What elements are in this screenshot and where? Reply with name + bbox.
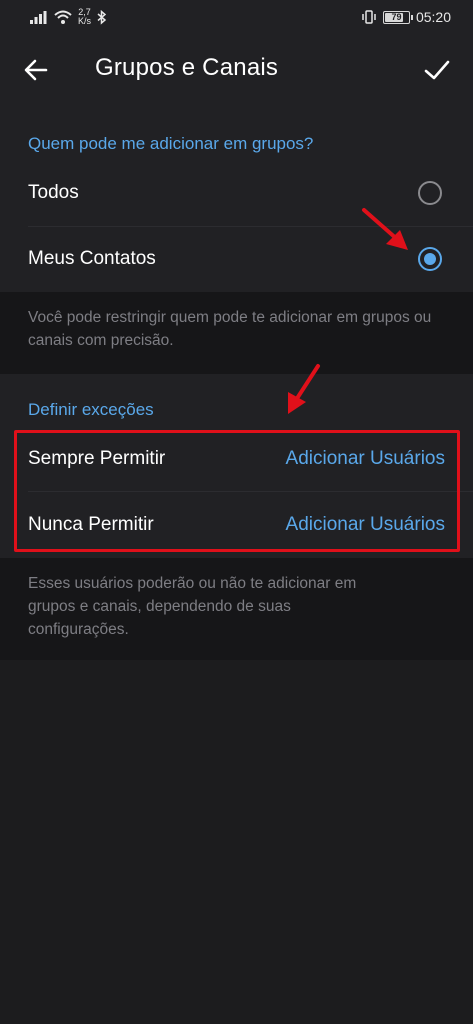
- checkmark-icon[interactable]: [423, 56, 451, 84]
- app-bar: Grupos e Canais: [0, 34, 473, 106]
- radio-todos[interactable]: [418, 181, 442, 205]
- battery-icon: 79: [382, 10, 413, 24]
- info-text: Esses usuários poderão ou não te adicion…: [28, 575, 357, 638]
- vibrate-icon: [362, 10, 376, 24]
- status-bar: 2,7 K/s 79 05:20: [0, 0, 473, 34]
- screen: 2,7 K/s 79 05:20 Grupos e Canais Quem po…: [0, 0, 473, 1024]
- radio-meus-contatos[interactable]: [418, 247, 442, 271]
- info-block-who-can-add: Você pode restringir quem pode te adicio…: [0, 292, 473, 374]
- battery-percent: 79: [391, 12, 402, 22]
- bluetooth-icon: [97, 9, 107, 25]
- annotation-arrow-icon: [288, 364, 320, 414]
- info-text: Você pode restringir quem pode te adicio…: [28, 309, 432, 349]
- section-header-who-can-add: Quem pode me adicionar em grupos?: [28, 134, 314, 153]
- who-can-add-section: Quem pode me adicionar em grupos? Todos …: [0, 106, 473, 292]
- option-label: Meus Contatos: [28, 248, 156, 269]
- page-title: Grupos e Canais: [95, 54, 279, 81]
- section-header-exceptions: Definir exceções: [28, 400, 154, 419]
- empty-area: [0, 660, 473, 1024]
- wifi-icon: [54, 10, 72, 24]
- info-block-exceptions: Esses usuários poderão ou não te adicion…: [0, 558, 473, 660]
- annotation-arrow-icon: [362, 208, 408, 250]
- option-label: Todos: [28, 182, 79, 203]
- highlight-box: [14, 430, 460, 552]
- network-speed: 2,7 K/s: [78, 7, 92, 26]
- clock: 05:20: [415, 9, 451, 25]
- arrow-left-icon[interactable]: [22, 56, 50, 84]
- signal-icon: [30, 10, 47, 24]
